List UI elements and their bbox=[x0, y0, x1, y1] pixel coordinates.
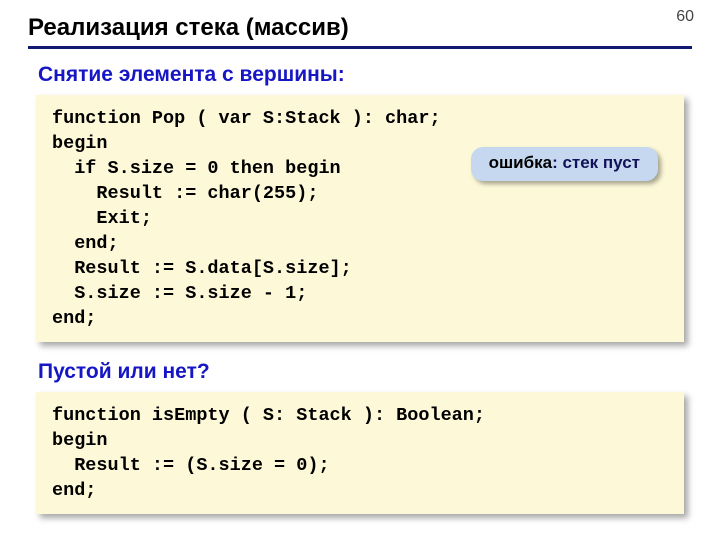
section1-heading: Снятие элемента с вершины: bbox=[38, 63, 692, 87]
slide: 60 Реализация стека (массив) Снятие элем… bbox=[0, 0, 720, 540]
section2-heading: Пустой или нет? bbox=[38, 360, 692, 384]
title-underline bbox=[28, 46, 692, 49]
error-callout: ошибка: стек пуст bbox=[471, 147, 658, 181]
page-title: Реализация стека (массив) bbox=[28, 14, 692, 42]
page-number: 60 bbox=[676, 8, 694, 26]
code-block-pop: function Pop ( var S:Stack ): char; begi… bbox=[36, 95, 684, 342]
code-block-isempty: function isEmpty ( S: Stack ): Boolean; … bbox=[36, 392, 684, 514]
callout-text: : стек пуст bbox=[552, 153, 640, 172]
code-text: function Pop ( var S:Stack ): char; begi… bbox=[52, 108, 441, 329]
callout-label: ошибка bbox=[489, 153, 552, 172]
code-text: function isEmpty ( S: Stack ): Boolean; … bbox=[52, 405, 485, 501]
